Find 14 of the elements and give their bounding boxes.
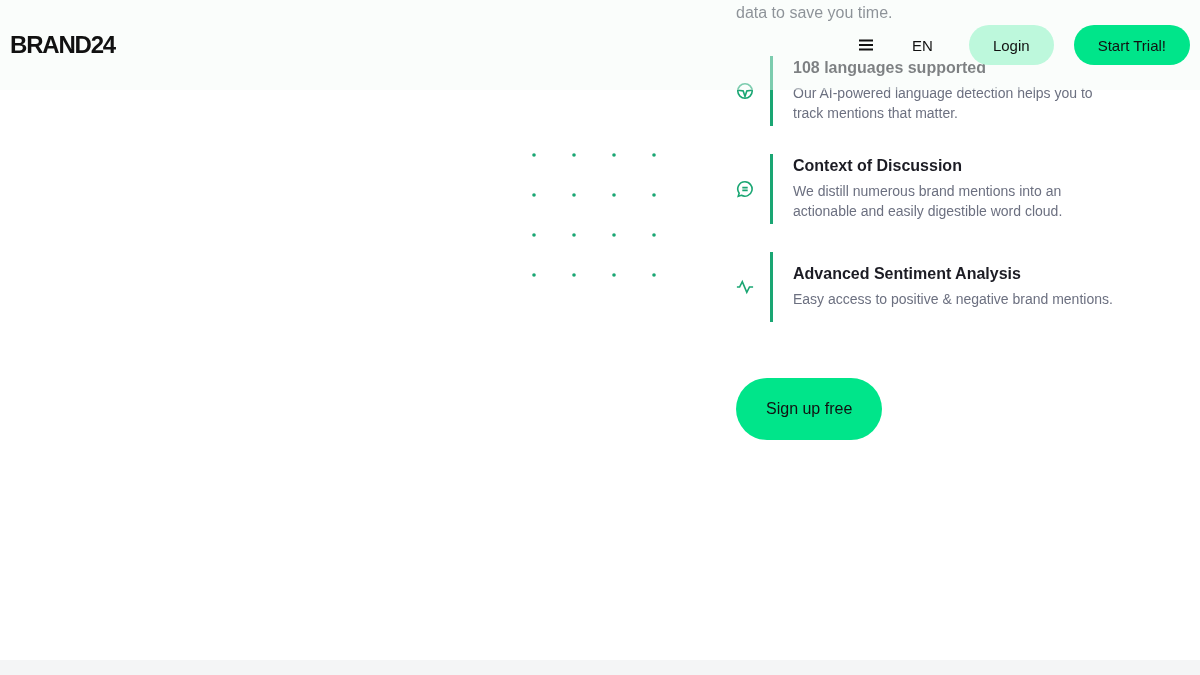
start-trial-button[interactable]: Start Trial! [1073,25,1190,65]
sign-up-button[interactable]: Sign up free [736,378,883,440]
feature-title: Advanced Sentiment Analysis [793,265,1022,283]
pulse-icon [736,278,754,296]
login-button[interactable]: Login [968,25,1054,65]
feature-description: Our AI-powered language detection helps you to track mentions that matter. [793,84,1094,123]
feature-title: Context of Discussion [793,157,963,175]
intro-text: data to save you time. [736,3,894,23]
language-selector[interactable]: EN [912,36,933,54]
chat-bubble-icon [736,180,754,198]
brand-logo[interactable]: BRAND24 [10,31,115,59]
steering-wheel-icon [736,82,754,100]
feature-description: Easy access to positive & negative brand mentions. [793,290,1113,309]
feature-description: We distill numerous brand mentions into an actionable and easily digestible word cloud. [793,182,1064,221]
